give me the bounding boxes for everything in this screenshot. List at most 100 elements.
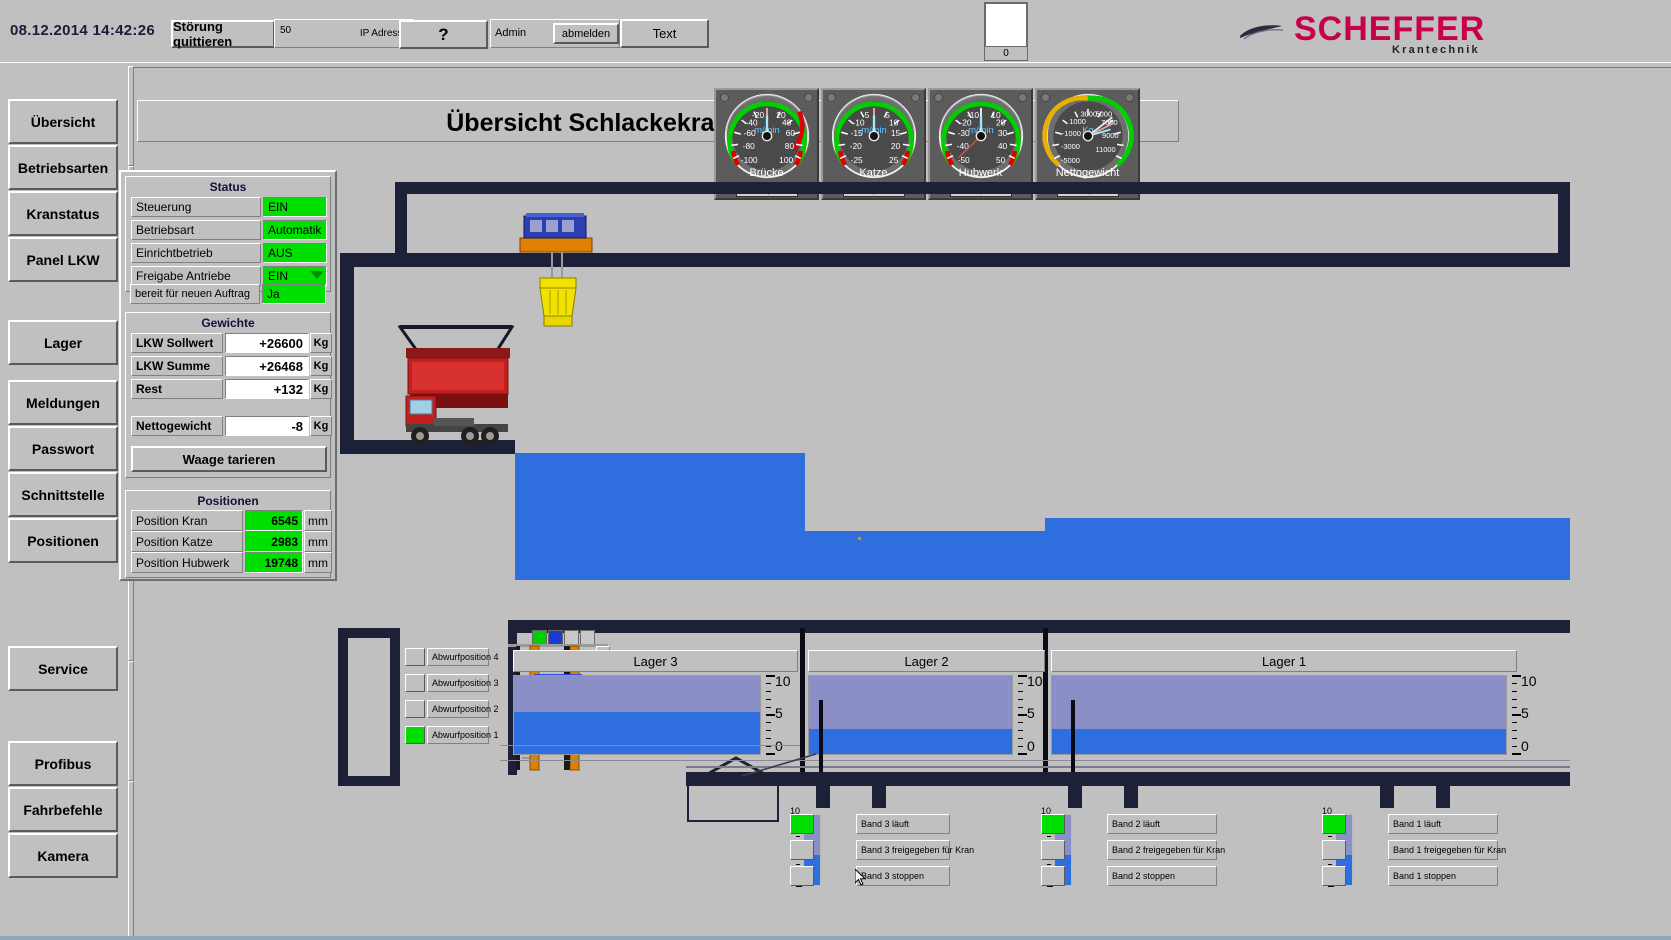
belt-2-running-button[interactable]: Band 2 läuft [1107, 814, 1217, 834]
sidebar-item-fahrbefehle[interactable]: Fahrbefehle [8, 787, 118, 832]
belt-1-running-button[interactable]: Band 1 läuft [1388, 814, 1498, 834]
drop-position-3-lamp[interactable] [405, 674, 425, 692]
svg-text:-100: -100 [741, 155, 758, 165]
positions-label-katze: Position Katze [131, 531, 243, 552]
gauge-katze-label: Katze [859, 167, 888, 179]
material-pile-1 [1045, 518, 1570, 580]
weights-unit-summe: Kg [310, 356, 332, 376]
belt-2-stop-lamp[interactable] [1041, 866, 1065, 886]
sidebar-item-profibus[interactable]: Profibus [8, 741, 118, 786]
rail-lamp-4[interactable] [580, 630, 595, 645]
sidebar-item-betriebsarten[interactable]: Betriebsarten [8, 145, 118, 190]
pile-marker-dot [858, 537, 861, 540]
positions-unit-hubwerk: mm [304, 552, 332, 573]
help-button[interactable]: ? [399, 20, 488, 49]
belt-1-release-lamp[interactable] [1322, 840, 1346, 860]
weights-label-netto: Nettogewicht [131, 416, 223, 436]
belt-1-stop-lamp[interactable] [1322, 866, 1346, 886]
drop-position-4-lamp[interactable] [405, 648, 425, 666]
belt-1-release-button[interactable]: Band 1 freigegeben für Kran [1388, 840, 1506, 860]
tare-scale-button[interactable]: Waage tarieren [131, 446, 327, 472]
belt-2-running-lamp[interactable] [1041, 814, 1065, 834]
hall-left-column [340, 253, 354, 453]
conveyor-guide-line [500, 760, 1570, 761]
status-value-bereit-auftrag: Ja [262, 284, 326, 304]
svg-text:-5000: -5000 [1061, 156, 1080, 165]
camera-counter: 0 [984, 46, 1028, 61]
svg-text:80: 80 [785, 141, 795, 151]
belt-3-release-button[interactable]: Band 3 freigegeben für Kran [856, 840, 974, 860]
positions-unit-katze: mm [304, 531, 332, 552]
sidebar-item-service[interactable]: Service [8, 646, 118, 691]
drop-position-3-label[interactable]: Abwurfposition 3 [427, 674, 499, 692]
rail-lamp-1[interactable] [532, 630, 547, 645]
logout-button[interactable]: abmelden [553, 23, 619, 44]
belt-3-running-lamp[interactable] [790, 814, 814, 834]
rail-lamp-2[interactable] [548, 630, 563, 645]
sidebar-item-meldungen[interactable]: Meldungen [8, 380, 118, 425]
sidebar-item-schnittstelle[interactable]: Schnittstelle [8, 472, 118, 517]
bay-frame-bottom [338, 776, 400, 786]
drop-position-3[interactable]: Abwurfposition 3 [405, 674, 499, 692]
svg-text:100: 100 [779, 155, 793, 165]
ip-address-field[interactable]: 50 IP Adresse [274, 19, 415, 48]
fault-acknowledge-button[interactable]: Störung quittieren [171, 19, 275, 49]
belt-3-running-button[interactable]: Band 3 läuft [856, 814, 950, 834]
chevron-down-icon[interactable] [310, 271, 324, 279]
conveyor-leg-1a [1380, 786, 1394, 808]
positions-value-hubwerk: 19748 [245, 552, 303, 573]
gauge-hubwerk-label: Hubwerk [958, 167, 1003, 179]
bay-fill-lager-3 [514, 712, 760, 754]
header-divider [0, 62, 1671, 68]
svg-text:10: 10 [889, 118, 899, 128]
drop-position-4[interactable]: Abwurfposition 4 [405, 648, 499, 666]
drop-position-4-label[interactable]: Abwurfposition 4 [427, 648, 499, 666]
positions-label-hubwerk: Position Hubwerk [131, 552, 243, 573]
belt-1-stop-button[interactable]: Band 1 stoppen [1388, 866, 1498, 886]
sidebar-item-uebersicht[interactable]: Übersicht [8, 99, 118, 144]
crane-trolley-and-grab [519, 213, 593, 327]
positions-group: Positionen Position Kran 6545 mm Positio… [125, 490, 332, 578]
svg-text:-3000: -3000 [1061, 142, 1080, 151]
svg-text:60: 60 [786, 128, 796, 138]
status-row-betriebsart: Betriebsart Automatik [131, 220, 327, 240]
belt-2-stop-button[interactable]: Band 2 stoppen [1107, 866, 1217, 886]
material-pile-3 [515, 453, 805, 580]
svg-text:-20: -20 [850, 141, 862, 151]
sidebar-item-panel-lkw[interactable]: Panel LKW [8, 237, 118, 282]
belt-2-release-lamp[interactable] [1041, 840, 1065, 860]
svg-text:-1000: -1000 [1062, 129, 1081, 138]
sidebar-item-kamera[interactable]: Kamera [8, 833, 118, 878]
drop-position-1-lamp[interactable] [405, 726, 425, 744]
belt-3-release-lamp[interactable] [790, 840, 814, 860]
svg-text:15: 15 [891, 128, 901, 138]
drop-position-2-label[interactable]: Abwurfposition 2 [427, 700, 499, 718]
ip-address-value: 50 [280, 25, 292, 36]
rail-lamp-3[interactable] [564, 630, 579, 645]
drop-position-2[interactable]: Abwurfposition 2 [405, 700, 499, 718]
sidebar-item-kranstatus[interactable]: Kranstatus [8, 191, 118, 236]
drop-position-2-lamp[interactable] [405, 700, 425, 718]
belt-2-release-button[interactable]: Band 2 freigegeben für Kran [1107, 840, 1225, 860]
svg-text:40: 40 [782, 118, 792, 128]
belt-1-running-lamp[interactable] [1322, 814, 1346, 834]
bay-scale-bottom-lager-2: 0 [1027, 738, 1035, 754]
svg-text:25: 25 [889, 155, 899, 165]
material-pile-2 [805, 531, 1045, 580]
sidebar-item-passwort[interactable]: Passwort [8, 426, 118, 471]
status-row-freigabe-antriebe[interactable]: Freigabe Antriebe EIN [131, 266, 327, 286]
drop-position-1-label[interactable]: Abwurfposition 1 [427, 726, 499, 744]
drop-position-1[interactable]: Abwurfposition 1 [405, 726, 499, 744]
conveyor-leg-1b [1436, 786, 1450, 808]
weights-row-sollwert: LKW Sollwert +26600 Kg [131, 333, 332, 353]
belt-3-stop-button[interactable]: Band 3 stoppen [856, 866, 950, 886]
svg-text:11000: 11000 [1095, 145, 1115, 154]
sidebar-item-positionen[interactable]: Positionen [8, 518, 118, 563]
status-group: Status Steuerung EIN Betriebsart Automat… [125, 176, 331, 292]
status-row-bereit-auftrag: bereit für neuen Auftrag Ja [130, 284, 326, 304]
sidebar-item-lager[interactable]: Lager [8, 320, 118, 365]
belt-3-stop-lamp[interactable] [790, 866, 814, 886]
text-button[interactable]: Text [620, 19, 709, 48]
weights-value-summe: +26468 [225, 356, 309, 376]
camera-preview[interactable] [984, 2, 1028, 48]
